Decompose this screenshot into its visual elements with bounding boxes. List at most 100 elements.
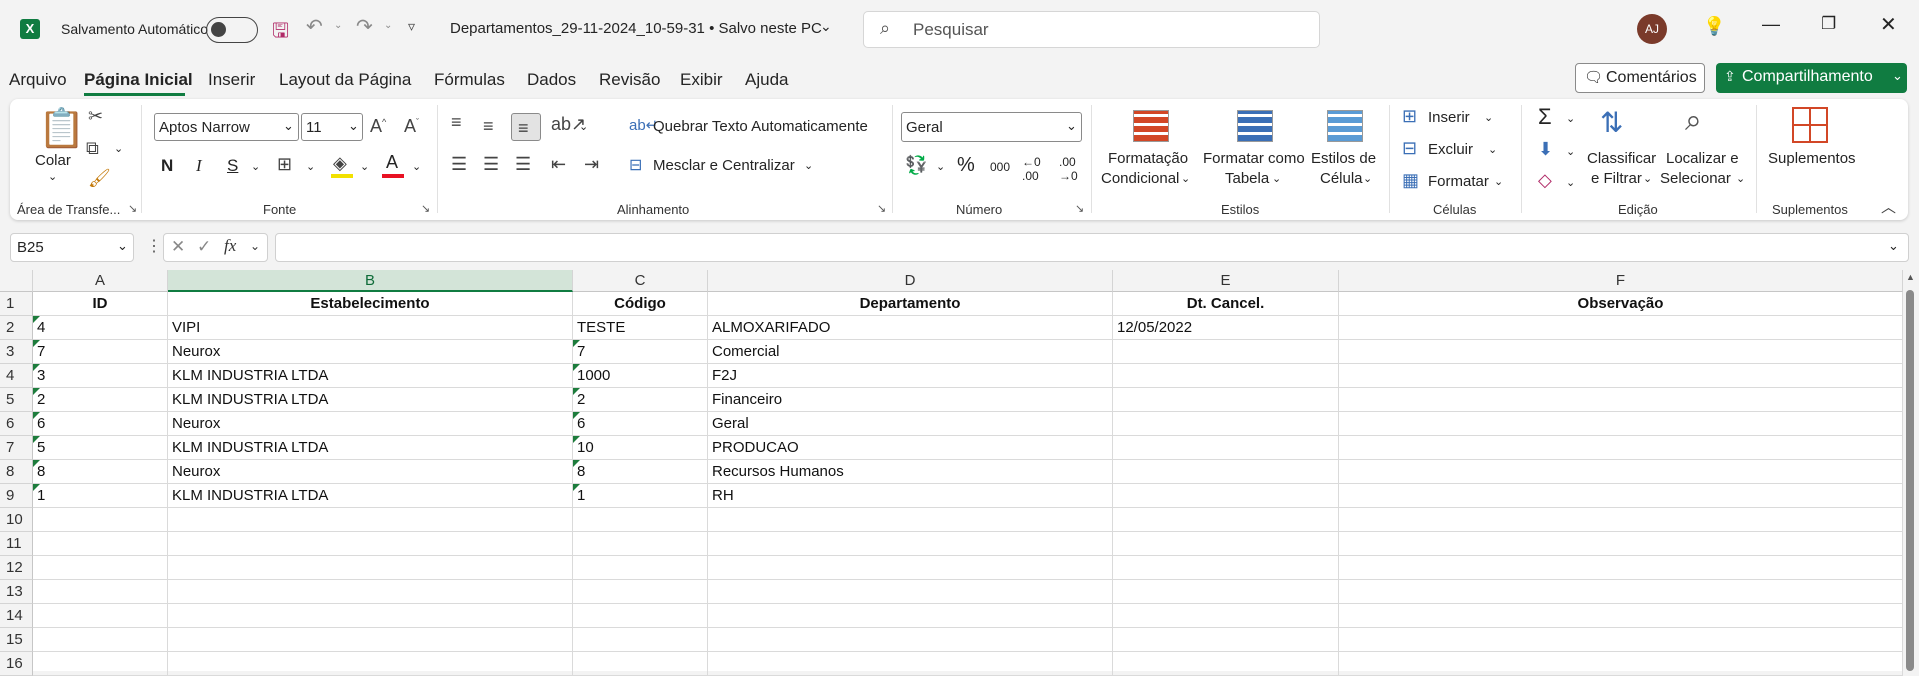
cell-b6[interactable]: Neurox xyxy=(168,412,573,436)
bold-button[interactable]: N xyxy=(161,156,173,176)
share-button[interactable]: ⇪ Compartilhamento ⌄ xyxy=(1716,63,1907,93)
cell-e15[interactable] xyxy=(1113,628,1339,652)
insert-cells-icon[interactable]: ⊞ xyxy=(1402,106,1417,127)
cell-d15[interactable] xyxy=(708,628,1113,652)
format-as-table-chevron-icon[interactable]: ⌄ xyxy=(1272,172,1281,185)
close-icon[interactable]: ✕ xyxy=(1880,12,1897,37)
cell-d5[interactable]: Financeiro xyxy=(708,388,1113,412)
cell-c12[interactable] xyxy=(573,556,708,580)
column-header-a[interactable]: A xyxy=(33,270,168,292)
copy-icon[interactable]: ⧉ xyxy=(86,138,99,159)
row-header-7[interactable]: 7 xyxy=(0,436,33,460)
confirm-entry-icon[interactable]: ✓ xyxy=(197,237,211,257)
merge-center-button[interactable]: Mesclar e Centralizar xyxy=(653,157,795,174)
format-cells-icon[interactable]: ▦ xyxy=(1402,170,1419,191)
column-header-c[interactable]: C xyxy=(573,270,708,292)
cell-f8[interactable] xyxy=(1339,460,1903,484)
delete-cells-chevron-icon[interactable]: ⌄ xyxy=(1488,143,1497,156)
font-color-chevron-icon[interactable]: ⌄ xyxy=(412,160,421,173)
autosave-toggle[interactable] xyxy=(206,17,258,43)
row-header-12[interactable]: 12 xyxy=(0,556,33,580)
cell-b4[interactable]: KLM INDUSTRIA LTDA xyxy=(168,364,573,388)
decrease-font-icon[interactable]: Aˇ xyxy=(404,116,419,137)
row-header-13[interactable]: 13 xyxy=(0,580,33,604)
more-options-icon[interactable]: ⋮ xyxy=(146,236,162,256)
cell-a6[interactable]: 6 xyxy=(33,412,168,436)
cell-b13[interactable] xyxy=(168,580,573,604)
fill-color-icon[interactable]: ◈ xyxy=(333,153,347,174)
accounting-chevron-icon[interactable]: ⌄ xyxy=(936,160,945,173)
cell-d13[interactable] xyxy=(708,580,1113,604)
cell-a13[interactable] xyxy=(33,580,168,604)
cell-c4[interactable]: 1000 xyxy=(573,364,708,388)
accounting-format-icon[interactable]: 💱 xyxy=(905,155,927,176)
merge-chevron-icon[interactable]: ⌄ xyxy=(804,159,813,172)
cell-e11[interactable] xyxy=(1113,532,1339,556)
font-name-dropdown[interactable]: Aptos Narrow ⌄ xyxy=(154,113,299,141)
tab-dados[interactable]: Dados xyxy=(527,70,576,90)
cell-e10[interactable] xyxy=(1113,508,1339,532)
cut-icon[interactable]: ✂ xyxy=(88,106,103,127)
cell-d2[interactable]: ALMOXARIFADO xyxy=(708,316,1113,340)
cell-b12[interactable] xyxy=(168,556,573,580)
formula-input[interactable]: ⌄ xyxy=(275,233,1909,262)
cell-a15[interactable] xyxy=(33,628,168,652)
cell-f10[interactable] xyxy=(1339,508,1903,532)
column-header-e[interactable]: E xyxy=(1113,270,1339,292)
column-header-b[interactable]: B xyxy=(168,270,573,292)
merge-center-icon[interactable]: ⊟ xyxy=(629,155,642,175)
cell-e6[interactable] xyxy=(1113,412,1339,436)
cell-c3[interactable]: 7 xyxy=(573,340,708,364)
minimize-icon[interactable]: — xyxy=(1762,14,1780,35)
cell-f16[interactable] xyxy=(1339,652,1903,676)
row-header-14[interactable]: 14 xyxy=(0,604,33,628)
cell-c13[interactable] xyxy=(573,580,708,604)
redo-dropdown-icon[interactable]: ⌄ xyxy=(384,20,392,31)
percent-icon[interactable]: % xyxy=(957,154,975,177)
cancel-entry-icon[interactable]: ✕ xyxy=(171,237,185,257)
cell-c10[interactable] xyxy=(573,508,708,532)
search-box[interactable]: ⌕ Pesquisar xyxy=(863,11,1320,48)
alignment-launcher-icon[interactable]: ↘ xyxy=(877,202,886,215)
font-color-icon[interactable]: A xyxy=(386,152,398,173)
format-cells-chevron-icon[interactable]: ⌄ xyxy=(1494,175,1503,188)
align-right-icon[interactable]: ☰ xyxy=(515,154,531,175)
cell-c7[interactable]: 10 xyxy=(573,436,708,460)
align-left-icon[interactable]: ☰ xyxy=(451,154,467,175)
cell-d3[interactable]: Comercial xyxy=(708,340,1113,364)
tab-revisao[interactable]: Revisão xyxy=(599,70,660,90)
align-bottom-button[interactable]: ≡ xyxy=(511,113,541,141)
row-header-3[interactable]: 3 xyxy=(0,340,33,364)
cell-a1[interactable]: ID xyxy=(33,292,168,316)
select-all-corner[interactable] xyxy=(0,270,33,292)
cell-a10[interactable] xyxy=(33,508,168,532)
cell-e2[interactable]: 12/05/2022 xyxy=(1113,316,1339,340)
cell-c15[interactable] xyxy=(573,628,708,652)
borders-chevron-icon[interactable]: ⌄ xyxy=(306,160,315,173)
name-box[interactable]: B25 ⌄ xyxy=(10,233,134,262)
cell-b5[interactable]: KLM INDUSTRIA LTDA xyxy=(168,388,573,412)
expand-formula-bar-icon[interactable]: ⌄ xyxy=(1888,238,1899,254)
clear-chevron-icon[interactable]: ⌄ xyxy=(1566,176,1575,189)
cell-a3[interactable]: 7 xyxy=(33,340,168,364)
cell-a8[interactable]: 8 xyxy=(33,460,168,484)
add-ins-icon[interactable] xyxy=(1792,107,1828,143)
cell-b9[interactable]: KLM INDUSTRIA LTDA xyxy=(168,484,573,508)
cell-f6[interactable] xyxy=(1339,412,1903,436)
copy-chevron-icon[interactable]: ⌄ xyxy=(114,142,123,155)
find-select-icon[interactable]: ⌕ xyxy=(1685,104,1702,138)
cell-e5[interactable] xyxy=(1113,388,1339,412)
format-as-table-line1[interactable]: Formatar como xyxy=(1203,150,1305,167)
collapse-ribbon-icon[interactable]: ︿ xyxy=(1881,196,1896,217)
cell-c14[interactable] xyxy=(573,604,708,628)
cell-d14[interactable] xyxy=(708,604,1113,628)
cell-a14[interactable] xyxy=(33,604,168,628)
row-header-8[interactable]: 8 xyxy=(0,460,33,484)
underline-chevron-icon[interactable]: ⌄ xyxy=(251,160,260,173)
font-size-dropdown[interactable]: 11 ⌄ xyxy=(301,113,363,141)
format-as-table-line2[interactable]: Tabela xyxy=(1225,170,1269,187)
tab-ajuda[interactable]: Ajuda xyxy=(745,70,788,90)
align-middle-icon[interactable]: ≡ xyxy=(483,116,494,137)
decrease-decimal-icon[interactable]: .00 →0 xyxy=(1059,155,1078,183)
cell-a16[interactable] xyxy=(33,652,168,676)
